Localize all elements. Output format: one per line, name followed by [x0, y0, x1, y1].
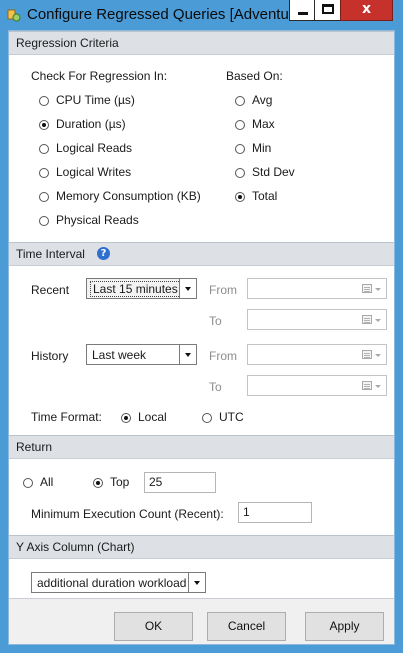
time-interval-title: Time Interval	[16, 247, 85, 261]
minimize-button[interactable]	[289, 0, 315, 21]
minimize-icon	[298, 12, 308, 15]
return-all-label[interactable]: All	[40, 475, 53, 489]
min-exec-count-label: Minimum Execution Count (Recent):	[31, 507, 224, 521]
chevron-down-icon	[375, 385, 381, 388]
aggregation-option-radio[interactable]	[235, 96, 245, 106]
window-title: Configure Regressed Queries [Adventure..…	[27, 6, 289, 23]
metric-option-label[interactable]: Memory Consumption (KB)	[56, 189, 201, 203]
time-format-option-label[interactable]: Local	[138, 410, 167, 424]
recent-from-label: From	[209, 283, 237, 297]
chevron-down-icon	[179, 279, 196, 298]
metric-option-radio[interactable]	[39, 144, 49, 154]
calendar-icon	[362, 350, 372, 359]
dialog-window: Configure Regressed Queries [Adventure..…	[0, 0, 403, 653]
time-interval-header: Time Interval	[9, 242, 394, 266]
recent-label: Recent	[31, 283, 70, 297]
recent-interval-value: Last 15 minutes	[90, 281, 181, 297]
aggregation-option-radio[interactable]	[235, 192, 245, 202]
dialog-content: Regression Criteria Check For Regression…	[8, 30, 395, 645]
aggregation-option-radio[interactable]	[235, 168, 245, 178]
recent-from-datepicker[interactable]	[247, 278, 387, 299]
recent-interval-dropdown[interactable]: Last 15 minutes	[86, 278, 197, 299]
history-label: History	[31, 349, 69, 363]
maximize-button[interactable]	[314, 0, 341, 21]
chevron-down-icon	[375, 288, 381, 291]
metric-option-radio[interactable]	[39, 168, 49, 178]
aggregation-option-label[interactable]: Avg	[252, 93, 272, 107]
aggregation-option-label[interactable]: Max	[252, 117, 275, 131]
apply-button[interactable]: Apply	[305, 612, 384, 641]
close-icon: x	[361, 1, 372, 17]
metric-option-label[interactable]: Logical Reads	[56, 141, 132, 155]
regression-criteria-header: Regression Criteria	[9, 31, 394, 55]
app-icon	[7, 9, 21, 22]
time-format-option-label[interactable]: UTC	[219, 410, 244, 424]
chevron-down-icon	[375, 319, 381, 322]
time-format-option-radio[interactable]	[202, 413, 212, 423]
aggregation-option-label[interactable]: Std Dev	[252, 165, 295, 179]
chevron-down-icon	[188, 573, 205, 592]
metric-option-label[interactable]: Physical Reads	[56, 213, 139, 227]
recent-to-label: To	[209, 314, 222, 328]
based-on-label: Based On:	[226, 69, 283, 83]
chevron-down-icon	[179, 345, 196, 364]
history-from-datepicker[interactable]	[247, 344, 387, 365]
min-exec-count-input[interactable]: 1	[238, 502, 312, 523]
metric-option-radio[interactable]	[39, 96, 49, 106]
metric-option-label[interactable]: Logical Writes	[56, 165, 131, 179]
y-axis-column-dropdown[interactable]: additional duration workload	[31, 572, 206, 593]
history-interval-value: Last week	[92, 348, 147, 362]
history-to-datepicker[interactable]	[247, 375, 387, 396]
metric-option-label[interactable]: Duration (µs)	[56, 117, 126, 131]
metric-option-radio[interactable]	[39, 120, 49, 130]
aggregation-option-label[interactable]: Total	[252, 189, 277, 203]
history-interval-dropdown[interactable]: Last week	[86, 344, 197, 365]
y-axis-header: Y Axis Column (Chart)	[9, 535, 394, 559]
chevron-down-icon	[375, 354, 381, 357]
metric-option-radio[interactable]	[39, 216, 49, 226]
history-from-label: From	[209, 349, 237, 363]
recent-to-datepicker[interactable]	[247, 309, 387, 330]
aggregation-option-radio[interactable]	[235, 120, 245, 130]
time-format-label: Time Format:	[31, 410, 102, 424]
check-for-regression-label: Check For Regression In:	[31, 69, 168, 83]
time-format-option-radio[interactable]	[121, 413, 131, 423]
calendar-icon	[362, 284, 372, 293]
aggregation-option-label[interactable]: Min	[252, 141, 271, 155]
metric-option-radio[interactable]	[39, 192, 49, 202]
return-top-radio[interactable]	[93, 478, 103, 488]
help-icon[interactable]: ?	[97, 247, 110, 260]
return-top-label[interactable]: Top	[110, 475, 129, 489]
metric-option-label[interactable]: CPU Time (µs)	[56, 93, 135, 107]
y-axis-column-value: additional duration workload	[37, 576, 187, 590]
close-button[interactable]: x	[340, 0, 393, 21]
calendar-icon	[362, 315, 372, 324]
cancel-button[interactable]: Cancel	[207, 612, 286, 641]
title-bar[interactable]: Configure Regressed Queries [Adventure..…	[0, 0, 403, 30]
top-count-input[interactable]: 25	[144, 472, 216, 493]
return-all-radio[interactable]	[23, 478, 33, 488]
history-to-label: To	[209, 380, 222, 394]
ok-button[interactable]: OK	[114, 612, 193, 641]
calendar-icon	[362, 381, 372, 390]
aggregation-option-radio[interactable]	[235, 144, 245, 154]
return-header: Return	[9, 435, 394, 459]
maximize-icon	[322, 4, 334, 14]
